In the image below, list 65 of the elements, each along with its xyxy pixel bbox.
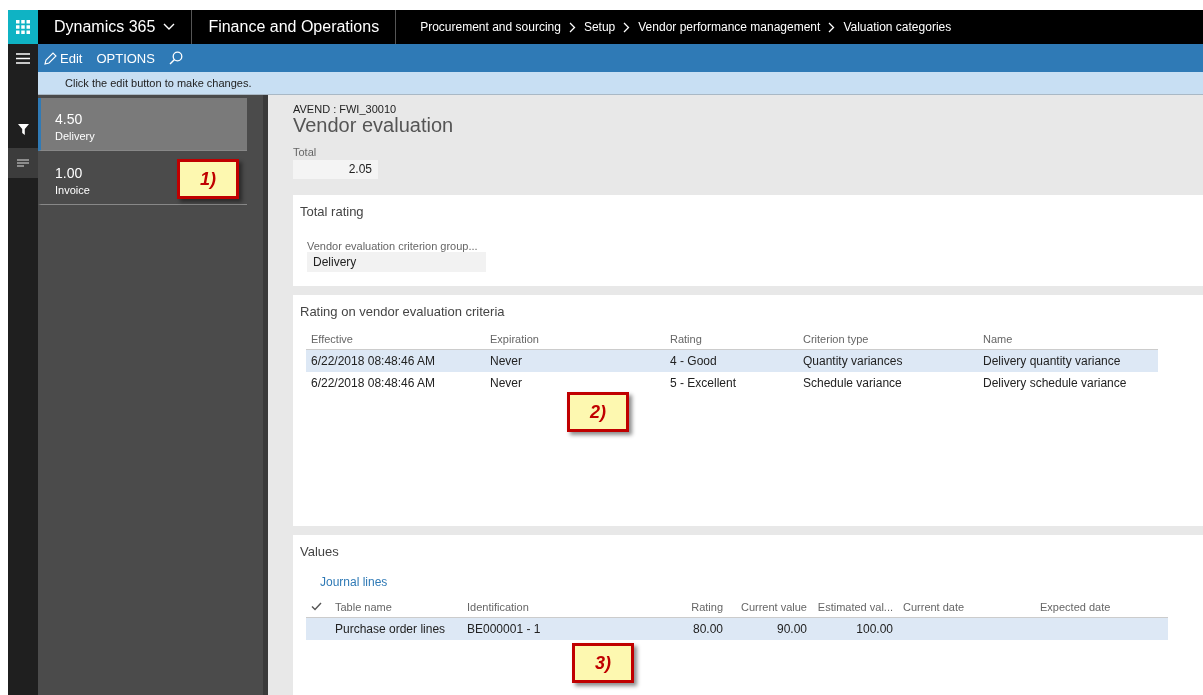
lines-icon bbox=[17, 159, 29, 167]
chevron-down-icon[interactable] bbox=[163, 23, 176, 31]
table-row[interactable]: 6/22/2018 08:48:46 AM Never 5 - Excellent Schedule variance Delivery schedule variance bbox=[306, 372, 1158, 394]
table-cell: Schedule variance bbox=[798, 372, 978, 394]
table-row[interactable]: Purchase order lines BE000001 - 1 80.00 90.00 100.00 bbox=[306, 617, 1168, 640]
callout-label: 3) bbox=[572, 643, 634, 683]
table-cell: Delivery quantity variance bbox=[978, 349, 1158, 372]
column-header[interactable]: Identification bbox=[462, 597, 640, 618]
total-field[interactable]: 2.05 bbox=[293, 160, 378, 179]
record-caption: AVEND : FWI_30010 bbox=[293, 103, 397, 115]
table-cell: Quantity variances bbox=[798, 349, 978, 372]
column-header[interactable]: Estimated val... bbox=[812, 597, 898, 618]
table-cell: Never bbox=[485, 372, 665, 394]
column-header[interactable]: Name bbox=[978, 329, 1158, 350]
column-header[interactable]: Effective bbox=[306, 329, 485, 350]
page-title: Vendor evaluation bbox=[293, 114, 454, 137]
table-cell: 100.00 bbox=[812, 617, 898, 640]
table-cell: Delivery schedule variance bbox=[978, 372, 1158, 394]
field-label: Vendor evaluation criterion group... bbox=[307, 240, 478, 252]
section-title: Values bbox=[300, 544, 339, 559]
product-menu[interactable]: Dynamics 365 bbox=[54, 18, 156, 36]
filter-icon bbox=[17, 123, 29, 135]
table-cell: Never bbox=[485, 349, 665, 372]
column-header[interactable]: Expiration bbox=[485, 329, 665, 350]
column-header[interactable]: Criterion type bbox=[798, 329, 978, 350]
list-button[interactable] bbox=[8, 148, 38, 178]
waffle-icon bbox=[16, 20, 30, 34]
table-cell: 5 - Excellent bbox=[665, 372, 798, 394]
chevron-right-icon bbox=[568, 21, 576, 33]
journal-lines-link[interactable]: Journal lines bbox=[320, 575, 388, 589]
breadcrumb-link[interactable]: Valuation categories bbox=[843, 20, 952, 34]
list-item[interactable]: 4.50 Delivery bbox=[38, 98, 247, 151]
pencil-icon bbox=[44, 51, 57, 65]
column-header[interactable]: Rating bbox=[665, 329, 798, 350]
table-cell: BE000001 - 1 bbox=[462, 617, 640, 640]
column-header[interactable]: Rating bbox=[640, 597, 728, 618]
breadcrumb-link[interactable]: Vendor performance management bbox=[638, 20, 821, 34]
callout-label: 1) bbox=[177, 159, 239, 199]
edit-button[interactable]: Edit bbox=[44, 50, 83, 66]
table-cell: 4 - Good bbox=[665, 349, 798, 372]
chevron-right-icon bbox=[623, 21, 631, 33]
table-cell: Purchase order lines bbox=[330, 617, 462, 640]
check-icon[interactable] bbox=[311, 602, 322, 611]
app-launcher-button[interactable] bbox=[8, 10, 38, 44]
column-header[interactable]: Table name bbox=[330, 597, 462, 618]
options-button[interactable]: OPTIONS bbox=[96, 50, 155, 66]
breadcrumb-link[interactable]: Setup bbox=[583, 20, 616, 34]
breadcrumb-link[interactable]: Procurement and sourcing bbox=[420, 20, 561, 34]
message-bar: Click the edit button to make changes. bbox=[38, 72, 1203, 95]
table-cell: 80.00 bbox=[640, 617, 728, 640]
menu-icon[interactable] bbox=[16, 52, 30, 64]
table-cell: 90.00 bbox=[728, 617, 812, 640]
section-title: Rating on vendor evaluation criteria bbox=[300, 304, 505, 319]
field-label: Total bbox=[293, 146, 317, 158]
section-title: Total rating bbox=[300, 204, 364, 219]
column-header[interactable]: Current date bbox=[898, 597, 1035, 618]
table-cell: 6/22/2018 08:48:46 AM bbox=[306, 372, 485, 394]
table-cell: 6/22/2018 08:48:46 AM bbox=[306, 349, 485, 372]
criterion-group-field[interactable]: Delivery bbox=[307, 252, 486, 272]
callout-label: 2) bbox=[567, 392, 629, 432]
search-icon[interactable] bbox=[168, 51, 183, 65]
chevron-right-icon bbox=[828, 21, 836, 33]
column-header[interactable]: Expected date bbox=[1035, 597, 1168, 618]
column-header[interactable]: Current value bbox=[728, 597, 812, 618]
table-row[interactable]: 6/22/2018 08:48:46 AM Never 4 - Good Quantity variances Delivery quantity variance bbox=[306, 349, 1158, 372]
